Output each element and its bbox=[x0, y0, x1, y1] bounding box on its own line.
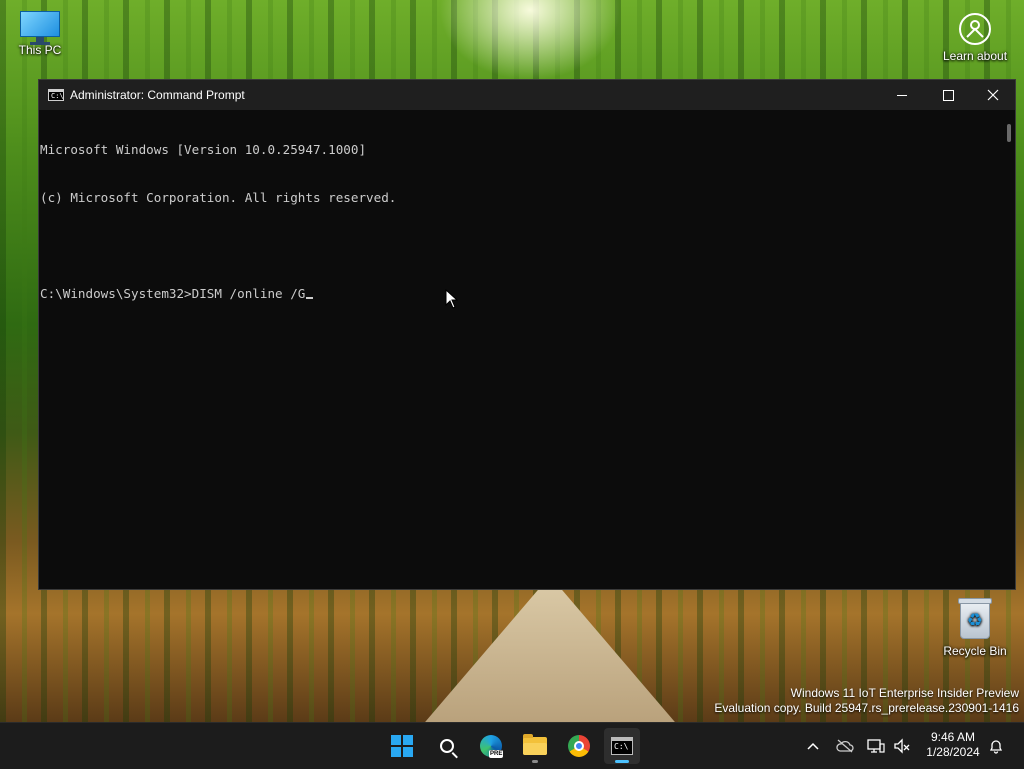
desktop-icon-recycle-bin[interactable]: ♻ Recycle Bin bbox=[935, 598, 1015, 658]
folder-icon bbox=[523, 734, 547, 755]
close-icon bbox=[987, 89, 999, 101]
recycle-bin-icon: ♻ bbox=[957, 598, 993, 640]
edge-badge: PRE bbox=[489, 750, 504, 758]
taskbar: PRE C:\ 9:46 AM 1/28/2024 bbox=[0, 722, 1024, 769]
start-button[interactable] bbox=[384, 728, 420, 764]
taskbar-edge-button[interactable]: PRE bbox=[473, 728, 509, 764]
search-icon bbox=[440, 739, 454, 753]
windows-logo-icon bbox=[391, 735, 413, 757]
taskbar-command-prompt-button[interactable]: C:\ bbox=[604, 728, 640, 764]
running-indicator bbox=[532, 760, 538, 763]
desktop-icon-label: This PC bbox=[18, 43, 62, 57]
console-command: C:\Windows\System32>DISM /online /G bbox=[40, 286, 306, 301]
taskbar-chrome-button[interactable] bbox=[561, 728, 597, 764]
taskbar-clock[interactable]: 9:46 AM 1/28/2024 bbox=[921, 730, 985, 760]
watermark-line-1: Windows 11 IoT Enterprise Insider Previe… bbox=[790, 686, 1019, 700]
command-prompt-icon: C:\ bbox=[48, 89, 64, 101]
learn-about-icon bbox=[959, 13, 991, 45]
network-tray-button[interactable] bbox=[866, 736, 886, 756]
close-button[interactable] bbox=[970, 80, 1016, 110]
desktop-icon-label: Recycle Bin bbox=[943, 644, 1007, 658]
minimize-button[interactable] bbox=[879, 80, 925, 110]
show-hidden-icons-button[interactable] bbox=[803, 736, 823, 756]
command-prompt-icon: C:\ bbox=[611, 737, 633, 755]
desktop-icon-learn-about[interactable]: Learn about bbox=[935, 13, 1015, 63]
taskbar-file-explorer-button[interactable] bbox=[517, 728, 553, 764]
notifications-button[interactable] bbox=[986, 736, 1006, 756]
edge-preview-icon: PRE bbox=[480, 735, 504, 758]
maximize-button[interactable] bbox=[925, 80, 971, 110]
maximize-icon bbox=[942, 89, 954, 101]
volume-tray-button[interactable] bbox=[892, 736, 912, 756]
text-cursor bbox=[306, 297, 314, 299]
volume-muted-icon bbox=[894, 738, 910, 754]
evaluation-watermark: Windows 11 IoT Enterprise Insider Previe… bbox=[714, 686, 1019, 716]
taskbar-search-button[interactable] bbox=[429, 728, 465, 764]
network-icon bbox=[867, 739, 885, 753]
clock-date: 1/28/2024 bbox=[926, 745, 980, 759]
desktop-icon-this-pc[interactable]: This PC bbox=[0, 11, 80, 57]
command-prompt-window[interactable]: C:\ Administrator: Command Prompt Micros… bbox=[38, 79, 1016, 590]
onedrive-tray-button[interactable] bbox=[835, 736, 855, 756]
console-prompt-line[interactable]: C:\Windows\System32>DISM /online /G bbox=[40, 286, 1001, 302]
mouse-pointer-icon bbox=[445, 289, 459, 309]
monitor-icon bbox=[20, 11, 60, 45]
console-line: (c) Microsoft Corporation. All rights re… bbox=[40, 190, 397, 205]
console-line: Microsoft Windows [Version 10.0.25947.10… bbox=[40, 142, 367, 157]
window-title: Administrator: Command Prompt bbox=[70, 88, 245, 102]
chevron-up-icon bbox=[807, 742, 819, 750]
window-titlebar[interactable]: C:\ Administrator: Command Prompt bbox=[39, 80, 1015, 110]
active-indicator bbox=[615, 760, 629, 763]
bell-icon bbox=[989, 740, 1003, 754]
chrome-icon bbox=[568, 735, 590, 757]
console-output[interactable]: Microsoft Windows [Version 10.0.25947.10… bbox=[39, 110, 1001, 589]
wallpaper-path bbox=[420, 588, 680, 722]
watermark-line-2: Evaluation copy. Build 25947.rs_prerelea… bbox=[714, 701, 1019, 715]
clock-time: 9:46 AM bbox=[930, 730, 976, 744]
minimize-icon bbox=[897, 94, 907, 96]
cloud-offline-icon bbox=[836, 739, 854, 753]
scrollbar-thumb[interactable] bbox=[1007, 124, 1011, 142]
desktop-icon-label: Learn about bbox=[942, 49, 1008, 63]
